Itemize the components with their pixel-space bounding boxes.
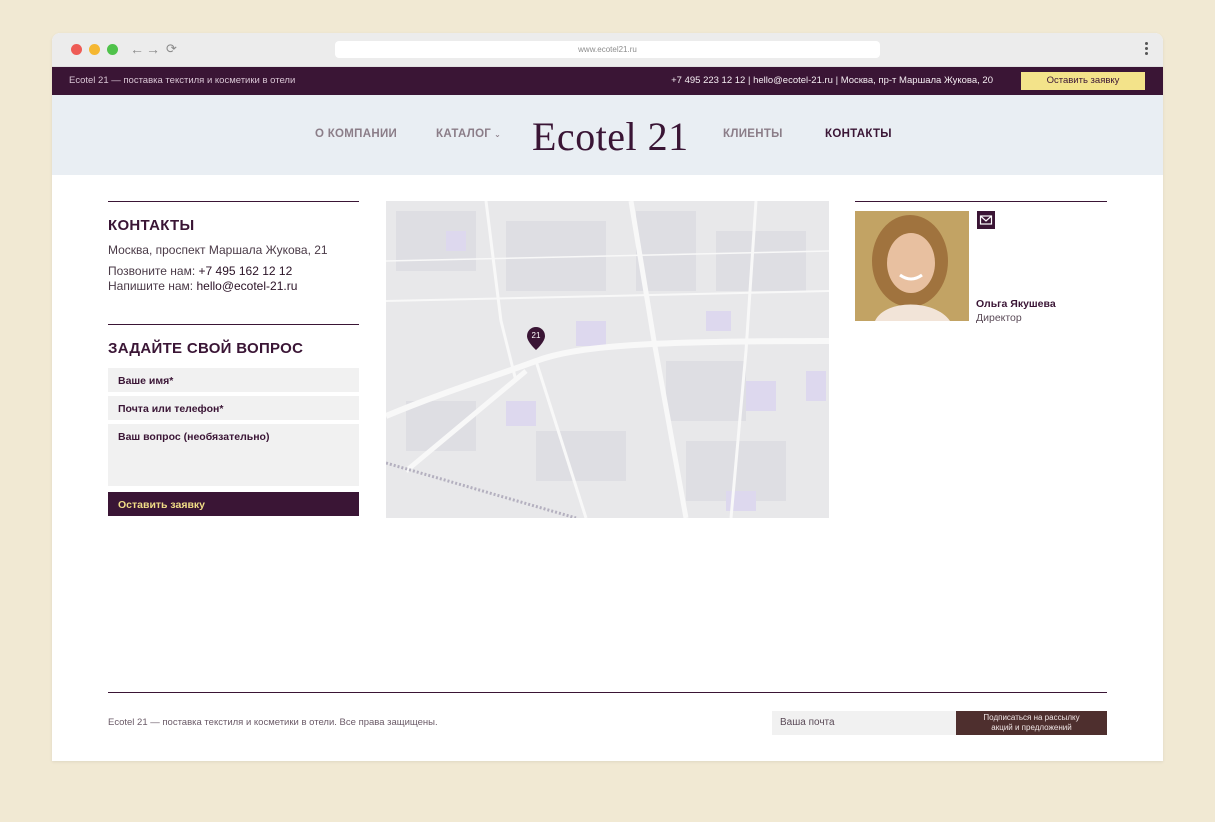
chevron-down-icon: ⌄ [494,130,502,139]
address-bar[interactable]: www.ecotel21.ru [335,41,880,58]
nav-item-catalog[interactable]: КАТАЛОГ ⌄ [436,128,501,140]
name-field[interactable]: Ваше имя* [108,368,359,392]
form-title: ЗАДАЙТЕ СВОЙ ВОПРОС [108,340,304,357]
close-window-button[interactable] [71,44,82,55]
browser-chrome: ← → ⟳ www.ecotel21.ru [52,33,1163,67]
question-field[interactable]: Ваш вопрос (необязательно) [108,424,359,486]
site-header: О КОМПАНИИ КАТАЛОГ ⌄ Ecotel 21 КЛИЕНТЫ КО… [52,95,1163,175]
footer-divider [108,692,1107,693]
forward-arrow-icon[interactable]: → [146,41,160,57]
browser-window: ← → ⟳ www.ecotel21.ru Ecotel 21 — постав… [52,33,1163,761]
subscribe-line-1: Подписаться на рассылку [983,713,1080,722]
email-prefix: Напишите нам: [108,279,197,293]
nav-item-clients[interactable]: КЛИЕНТЫ [723,128,783,140]
map-marker-label: 21 [532,331,541,340]
subscribe-button[interactable]: Подписаться на рассылку акций и предложе… [956,711,1107,735]
contact-field[interactable]: Почта или телефон* [108,396,359,420]
footer-copyright: Ecotel 21 — поставка текстиля и косметик… [108,717,438,728]
maximize-window-button[interactable] [107,44,118,55]
address-text: Москва, проспект Маршала Жукова, 21 [108,243,328,257]
person-name: Ольга Якушева [976,298,1056,310]
phone-link[interactable]: +7 495 162 12 12 [199,264,293,278]
phone-line: Позвоните нам: +7 495 162 12 12 [108,264,359,278]
divider [855,201,1107,202]
person-card: Ольга Якушева Директор [855,201,1107,324]
map-graphic: 21 [386,201,829,518]
minimize-window-button[interactable] [89,44,100,55]
divider [108,201,359,202]
reload-icon[interactable]: ⟳ [166,41,177,57]
email-line: Напишите нам: hello@ecotel-21.ru [108,279,359,293]
person-role: Директор [976,312,1022,324]
divider [108,324,359,325]
mail-icon[interactable] [977,211,995,229]
contacts-column: КОНТАКТЫ Москва, проспект Маршала Жукова… [108,201,359,516]
email-link[interactable]: hello@ecotel-21.ru [196,279,297,293]
browser-menu-icon[interactable] [1145,42,1149,58]
back-arrow-icon[interactable]: ← [130,41,144,57]
phone-prefix: Позвоните нам: [108,264,199,278]
site-logo[interactable]: Ecotel 21 [532,113,689,160]
top-contacts[interactable]: +7 495 223 12 12 | hello@ecotel-21.ru | … [671,75,993,86]
top-info-bar: Ecotel 21 — поставка текстиля и косметик… [52,67,1163,95]
contacts-title: КОНТАКТЫ [108,217,195,234]
top-request-button[interactable]: Оставить заявку [1021,72,1145,90]
location-map[interactable]: 21 [386,201,829,518]
nav-item-contacts[interactable]: КОНТАКТЫ [825,128,892,140]
newsletter-email-input[interactable]: Ваша почта [772,711,956,735]
nav-item-about[interactable]: О КОМПАНИИ [315,128,397,140]
nav-item-catalog-label: КАТАЛОГ [436,128,492,140]
top-tagline: Ecotel 21 — поставка текстиля и косметик… [69,75,296,86]
submit-request-button[interactable]: Оставить заявку [108,492,359,516]
person-photo [855,211,969,321]
subscribe-line-2: акций и предложений [991,723,1072,732]
